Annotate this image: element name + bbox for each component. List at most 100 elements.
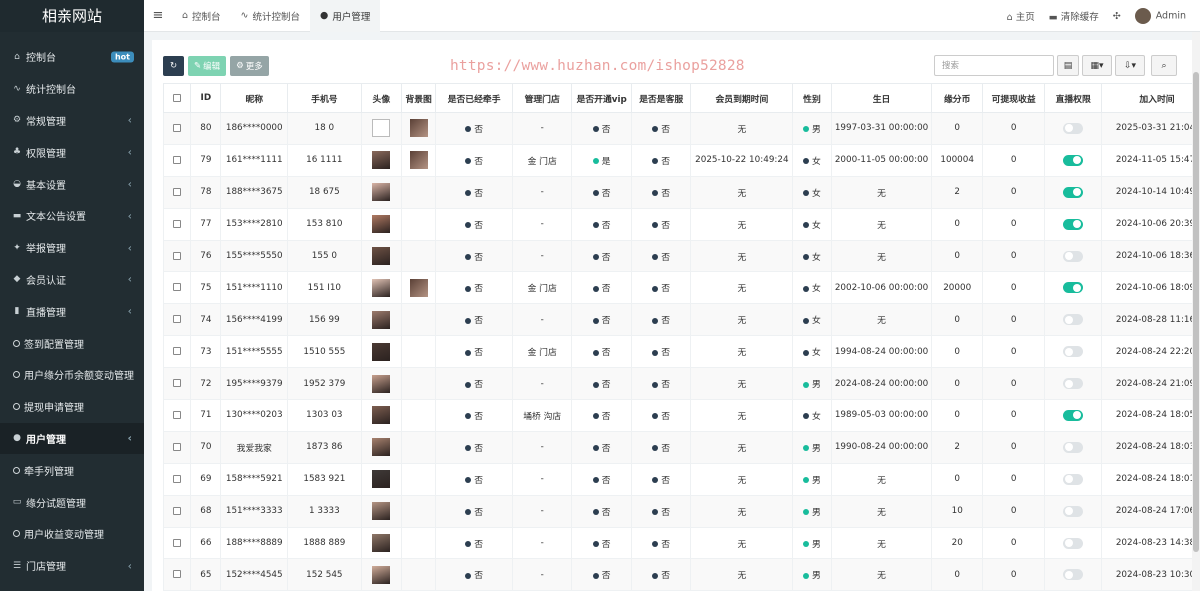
background-image[interactable] [409,119,428,138]
background-image[interactable] [409,151,428,170]
row-checkbox[interactable] [173,410,182,419]
edit-button[interactable]: ✎ 编辑 [188,56,227,76]
row-checkbox[interactable] [173,187,182,196]
avatar-image[interactable] [372,278,391,297]
search-toggle-button[interactable]: ⌕ [1151,55,1177,76]
tab-0[interactable]: ⌂ 控制台 [172,0,231,32]
columns-button[interactable]: ▦▾ [1082,55,1112,76]
table-row[interactable]: 66 188****8889 1888 889 否 - 否否无男无 20 0 2024-08-2… [162,526,1192,560]
live-permission-toggle[interactable] [1063,314,1084,326]
home-link[interactable]: ⌂ 主页 [1007,9,1035,23]
sidebar-item-13[interactable]: 牵手列管理 [0,454,144,486]
column-header[interactable]: 昵称 [220,83,289,113]
sidebar-item-7[interactable]: ◆ 会员认证 ‹ [0,264,144,296]
column-header[interactable]: 加入时间 [1100,83,1192,113]
row-checkbox[interactable] [173,155,182,164]
row-checkbox[interactable] [173,347,182,356]
tab-2[interactable]: ● 用户管理 [310,0,381,32]
live-permission-toggle[interactable] [1063,250,1084,262]
column-header[interactable]: 生日 [830,83,933,113]
avatar-image[interactable] [372,119,391,138]
table-row[interactable]: 76 155****5550 155 0 否 - 否否无女无 0 0 2024-10-06 18… [162,239,1192,273]
row-checkbox[interactable] [173,474,182,483]
avatar-image[interactable] [372,438,391,457]
sidebar-item-15[interactable]: 用户收益变动管理 [0,518,144,550]
live-permission-toggle[interactable] [1063,346,1084,358]
row-checkbox[interactable] [173,570,182,579]
sidebar-item-3[interactable]: ♣ 权限管理 ‹ [0,136,144,168]
table-row[interactable]: 69 158****5921 1583 921 否 - 否否无男无 0 0 2024-08-24… [162,462,1192,496]
column-header[interactable]: 是否是客服 [630,83,692,113]
table-row[interactable]: 75 151****1110 151 I10 否 金 门店 否 否 无 女 2002-10-06 … [162,271,1192,305]
avatar-image[interactable] [372,374,391,393]
row-checkbox[interactable] [173,442,182,451]
sidebar-item-9[interactable]: 签到配置管理 [0,327,144,359]
row-checkbox[interactable] [173,123,182,132]
table-row[interactable]: 70 我爱我家 1873 86 否 - 否否无男 1990-08-24 00:00:00 2 0… [162,430,1192,464]
column-header[interactable]: 可提现收益 [981,83,1046,113]
column-header[interactable]: 会员到期时间 [690,83,794,113]
scrollbar-thumb[interactable] [1193,72,1199,552]
sidebar-item-10[interactable]: 用户缘分币余额变动管理 [0,359,144,391]
live-permission-toggle[interactable] [1063,537,1084,549]
live-permission-toggle[interactable] [1063,505,1084,517]
table-row[interactable]: 80 186****0000 18 0 否 - 否 否 无 男 1997-03-31 00:00:… [162,112,1192,145]
avatar-image[interactable] [372,502,391,521]
avatar-image[interactable] [372,247,391,265]
tab-1[interactable]: ∿ 统计控制台 [231,0,310,32]
avatar-image[interactable] [372,183,391,202]
sidebar-item-16[interactable]: ☰ 门店管理 ‹ [0,550,144,582]
sidebar-item-8[interactable]: ▮ 直播管理 ‹ [0,295,144,327]
avatar-image[interactable] [372,565,391,584]
live-permission-toggle[interactable] [1063,473,1084,485]
avatar-image[interactable] [372,470,391,489]
live-permission-toggle[interactable] [1063,218,1084,230]
live-permission-toggle[interactable] [1063,154,1084,166]
table-row[interactable]: 77 153****2810 153 810 否 - 否否无女无 0 0 2024-10-06 … [162,207,1192,241]
avatar-image[interactable] [372,534,391,553]
row-checkbox[interactable] [173,506,182,515]
column-header[interactable]: 管理门店 [511,83,573,113]
refresh-button[interactable]: ↻ [163,56,184,76]
column-header[interactable]: ID [190,83,222,113]
column-header[interactable]: 手机号 [287,83,362,113]
live-permission-toggle[interactable] [1063,186,1084,198]
live-permission-toggle[interactable] [1063,378,1084,390]
live-permission-toggle[interactable] [1063,569,1084,581]
column-header[interactable]: 直播权限 [1044,83,1102,113]
sidebar-item-0[interactable]: ⌂ 控制台 hot [0,41,144,73]
search-input[interactable]: 搜索 [934,55,1054,76]
row-checkbox[interactable] [173,219,182,228]
select-all-checkbox[interactable] [173,93,182,102]
sidebar-item-2[interactable]: ⚙ 常规管理 ‹ [0,105,144,137]
table-row[interactable]: 72 195****9379 1952 379 否 - 否 否 无 男 2024-08-24 00… [162,367,1192,401]
admin-menu[interactable]: Admin [1134,8,1186,24]
table-row[interactable]: 74 156****4199 156 99 否 - 否否无女无 0 0 2024-08-28 1… [162,303,1192,337]
table-row[interactable]: 71 130****0203 1303 03 否 埇桥 沟店 否 否 无 女 1989-05-03… [162,399,1192,432]
sidebar-item-4[interactable]: ◒ 基本设置 ‹ [0,168,144,200]
toggle-view-button[interactable]: ▤ [1057,55,1079,76]
table-row[interactable]: 73 151****5555 1510 555 否 金 门店 否 否 无 女 1994-08-24… [162,335,1192,369]
table-row[interactable]: 78 188****3675 18 675 否 - 否否无女无 2 0 2024-10-14 1… [162,175,1192,209]
table-row[interactable]: 79 161****1111 16 1111 否 金 门店 是 否 2025-10-22 10… [162,143,1192,177]
row-checkbox[interactable] [173,251,182,260]
column-header[interactable]: 缘分币 [931,83,983,113]
table-row[interactable]: 65 152****4545 152 545 否 - 否否无男无 0 0 2024-08-23 … [162,558,1192,591]
sidebar-item-11[interactable]: 提现申请管理 [0,391,144,423]
column-header[interactable]: 背景图 [400,83,437,113]
avatar-image[interactable] [372,406,391,425]
avatar-image[interactable] [372,215,391,234]
column-header[interactable]: 是否已经牵手 [435,83,513,113]
row-checkbox[interactable] [173,283,182,292]
row-checkbox[interactable] [173,379,182,388]
fullscreen-icon[interactable]: ✣ [1113,11,1121,22]
row-checkbox[interactable] [173,315,182,324]
row-checkbox[interactable] [173,538,182,547]
avatar-image[interactable] [372,310,391,329]
avatar-image[interactable] [372,342,391,361]
live-permission-toggle[interactable] [1063,282,1084,294]
more-button[interactable]: ⚙ 更多 [230,56,269,76]
background-image[interactable] [409,278,428,297]
live-permission-toggle[interactable] [1063,122,1084,134]
app-logo[interactable]: 相亲网站 [0,0,144,32]
